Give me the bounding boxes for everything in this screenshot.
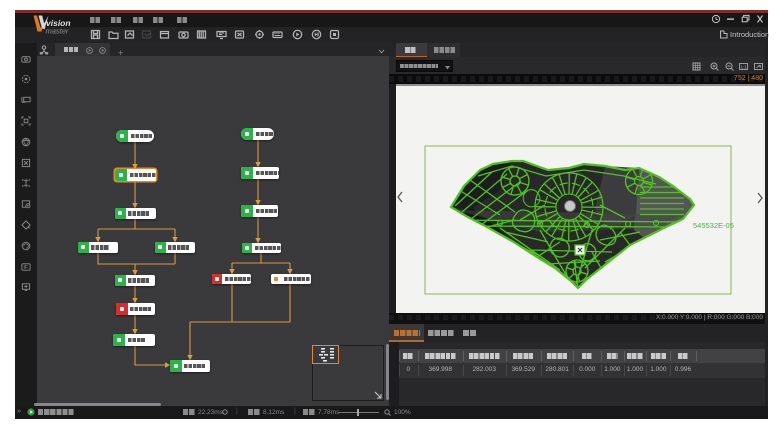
svg-text:1:1: 1:1 — [740, 64, 747, 69]
svg-text:545532E-05: 545532E-05 — [693, 221, 734, 230]
svg-text:master: master — [46, 27, 69, 36]
svg-text:IF: IF — [24, 264, 28, 270]
